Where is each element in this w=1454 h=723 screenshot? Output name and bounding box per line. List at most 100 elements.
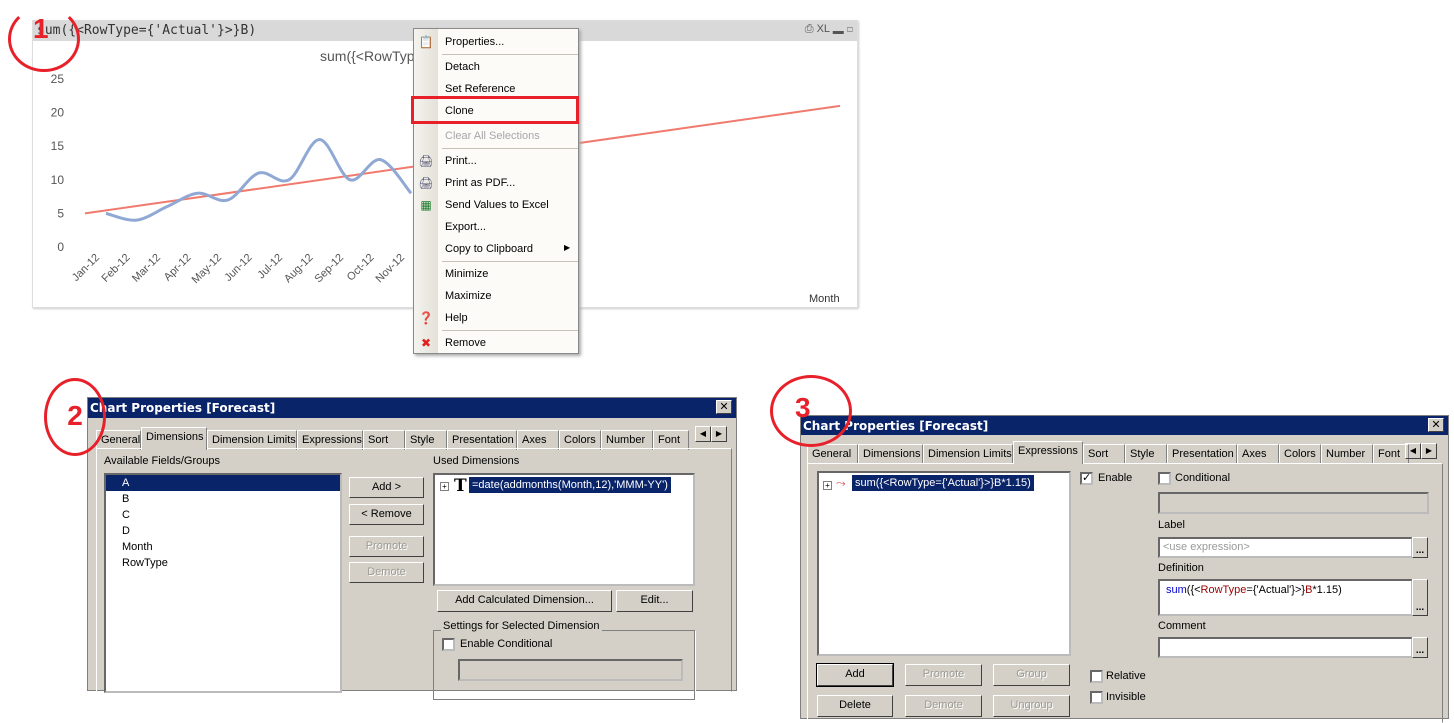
comment-edit-button[interactable]: ... bbox=[1412, 637, 1428, 658]
tab-scroll-left-icon[interactable]: ◀ bbox=[695, 426, 711, 442]
field-item[interactable]: B bbox=[106, 491, 340, 507]
remove-button[interactable]: < Remove bbox=[349, 504, 424, 525]
chart-properties-dialog-expressions: Chart Properties [Forecast] ✕ General Dim… bbox=[800, 415, 1449, 723]
conditional-label: Conditional bbox=[1175, 472, 1231, 484]
field-item[interactable]: A bbox=[106, 475, 340, 491]
available-fields-list[interactable]: A B C D Month RowType bbox=[104, 473, 342, 693]
enable-label: Enable bbox=[1098, 472, 1133, 484]
properties-icon: 📋 bbox=[418, 35, 434, 49]
line-chart-icon: ⤳ bbox=[836, 476, 846, 490]
tab-font[interactable]: Font bbox=[653, 430, 689, 450]
used-dimension-item[interactable]: =date(addmonths(Month,12),'MMM-YY') bbox=[469, 477, 671, 493]
label-input[interactable]: <use expression> bbox=[1158, 537, 1413, 558]
menu-item-properties[interactable]: Properties... bbox=[445, 32, 504, 52]
tab-font[interactable]: Font bbox=[1373, 444, 1409, 464]
promote-button[interactable]: Promote bbox=[905, 664, 982, 686]
x-tick-label: May-12 bbox=[190, 252, 224, 286]
menu-item-export[interactable]: Export... bbox=[445, 217, 486, 237]
tab-style[interactable]: Style bbox=[405, 430, 447, 450]
tab-colors[interactable]: Colors bbox=[1279, 444, 1321, 464]
comment-input[interactable] bbox=[1158, 637, 1413, 658]
menu-item-maximize[interactable]: Maximize bbox=[445, 286, 491, 306]
menu-separator bbox=[442, 330, 578, 331]
menu-item-help[interactable]: Help bbox=[445, 308, 468, 328]
tab-dimensions[interactable]: Dimensions bbox=[141, 427, 207, 450]
y-tick-label: 0 bbox=[57, 240, 64, 254]
y-tick-label: 5 bbox=[57, 206, 64, 220]
conditional-checkbox[interactable] bbox=[1158, 472, 1171, 485]
enable-checkbox[interactable]: ✓ bbox=[1080, 472, 1093, 485]
tab-sort[interactable]: Sort bbox=[363, 430, 405, 450]
tab-number[interactable]: Number bbox=[601, 430, 653, 450]
tab-scroll-left-icon[interactable]: ◀ bbox=[1405, 443, 1421, 459]
relative-checkbox[interactable] bbox=[1090, 670, 1103, 683]
field-item[interactable]: RowType bbox=[106, 555, 340, 571]
tab-axes[interactable]: Axes bbox=[517, 430, 559, 450]
close-icon[interactable]: ✕ bbox=[1428, 418, 1444, 432]
tab-presentation[interactable]: Presentation bbox=[1167, 444, 1237, 464]
tab-presentation[interactable]: Presentation bbox=[447, 430, 517, 450]
tab-expressions[interactable]: Expressions bbox=[297, 430, 363, 450]
invisible-label: Invisible bbox=[1106, 691, 1146, 703]
expand-icon[interactable]: + bbox=[440, 482, 449, 491]
menu-item-copy-to-clipboard[interactable]: Copy to Clipboard bbox=[445, 239, 533, 259]
expression-item[interactable]: sum({<RowType={'Actual'}>}B*1.15) bbox=[852, 475, 1034, 491]
available-fields-label: Available Fields/Groups bbox=[104, 455, 220, 467]
menu-item-minimize[interactable]: Minimize bbox=[445, 264, 488, 284]
expand-icon[interactable]: + bbox=[823, 481, 832, 490]
tab-general[interactable]: General bbox=[807, 444, 858, 464]
menu-item-print-as-pdf[interactable]: Print as PDF... bbox=[445, 173, 515, 193]
add-calculated-dimension-button[interactable]: Add Calculated Dimension... bbox=[437, 590, 612, 612]
add-button[interactable]: Add > bbox=[349, 477, 424, 498]
menu-item-remove[interactable]: Remove bbox=[445, 333, 486, 353]
tab-scroll-right-icon[interactable]: ▶ bbox=[1421, 443, 1437, 459]
field-item[interactable]: D bbox=[106, 523, 340, 539]
y-tick-label: 10 bbox=[51, 173, 65, 187]
edit-button[interactable]: Edit... bbox=[616, 590, 693, 612]
menu-item-print[interactable]: Print... bbox=[445, 151, 477, 171]
definition-input[interactable]: sum({<RowType={'Actual'}>}B*1.15) bbox=[1158, 579, 1413, 616]
menu-item-clear-all-selections[interactable]: Clear All Selections bbox=[445, 126, 540, 146]
tab-dimension-limits[interactable]: Dimension Limits bbox=[923, 444, 1013, 464]
settings-group-label: Settings for Selected Dimension bbox=[441, 620, 602, 632]
expressions-list[interactable]: + ⤳ sum({<RowType={'Actual'}>}B*1.15) bbox=[817, 471, 1071, 656]
y-tick-label: 25 bbox=[51, 72, 65, 86]
dialog-title: Chart Properties [Forecast] bbox=[801, 416, 1448, 435]
menu-item-send-values-to-excel[interactable]: Send Values to Excel bbox=[445, 195, 549, 215]
demote-button[interactable]: Demote bbox=[349, 562, 424, 583]
tab-style[interactable]: Style bbox=[1125, 444, 1167, 464]
chart-properties-dialog-dimensions: Chart Properties [Forecast] ✕ General Dim… bbox=[87, 397, 737, 700]
menu-item-detach[interactable]: Detach bbox=[445, 57, 480, 77]
promote-button[interactable]: Promote bbox=[349, 536, 424, 557]
y-tick-label: 20 bbox=[51, 106, 65, 120]
field-item[interactable]: C bbox=[106, 507, 340, 523]
tab-dimension-limits[interactable]: Dimension Limits bbox=[207, 430, 297, 450]
pdf-printer-icon: 🖨 bbox=[418, 176, 434, 190]
tab-axes[interactable]: Axes bbox=[1237, 444, 1279, 464]
tab-scroll-right-icon[interactable]: ▶ bbox=[711, 426, 727, 442]
printer-icon: 🖨 bbox=[418, 154, 434, 168]
conditional-input[interactable] bbox=[458, 659, 683, 681]
tab-expressions[interactable]: Expressions bbox=[1013, 441, 1083, 464]
field-item[interactable]: Month bbox=[106, 539, 340, 555]
tab-dimensions[interactable]: Dimensions bbox=[858, 444, 923, 464]
conditional-input[interactable] bbox=[1158, 492, 1429, 514]
used-dimensions-list[interactable]: + T =date(addmonths(Month,12),'MMM-YY') bbox=[433, 473, 695, 586]
label-edit-button[interactable]: ... bbox=[1412, 537, 1428, 558]
used-dimensions-label: Used Dimensions bbox=[433, 455, 520, 467]
add-button[interactable]: Add bbox=[816, 663, 894, 687]
invisible-checkbox[interactable] bbox=[1090, 691, 1103, 704]
demote-button[interactable]: Demote bbox=[905, 695, 982, 717]
ungroup-button[interactable]: Ungroup bbox=[993, 695, 1070, 717]
enable-conditional-checkbox[interactable] bbox=[442, 638, 455, 651]
close-icon[interactable]: ✕ bbox=[716, 400, 732, 414]
tab-number[interactable]: Number bbox=[1321, 444, 1373, 464]
context-menu: Properties... 📋 Detach Set Reference Clone Cl… bbox=[413, 28, 579, 354]
group-button[interactable]: Group bbox=[993, 664, 1070, 686]
delete-button[interactable]: Delete bbox=[817, 695, 893, 717]
x-tick-label: Jul-12 bbox=[255, 252, 285, 282]
x-tick-label: Oct-12 bbox=[345, 252, 377, 284]
tab-colors[interactable]: Colors bbox=[559, 430, 601, 450]
definition-edit-button[interactable]: ... bbox=[1412, 579, 1428, 616]
tab-sort[interactable]: Sort bbox=[1083, 444, 1125, 464]
